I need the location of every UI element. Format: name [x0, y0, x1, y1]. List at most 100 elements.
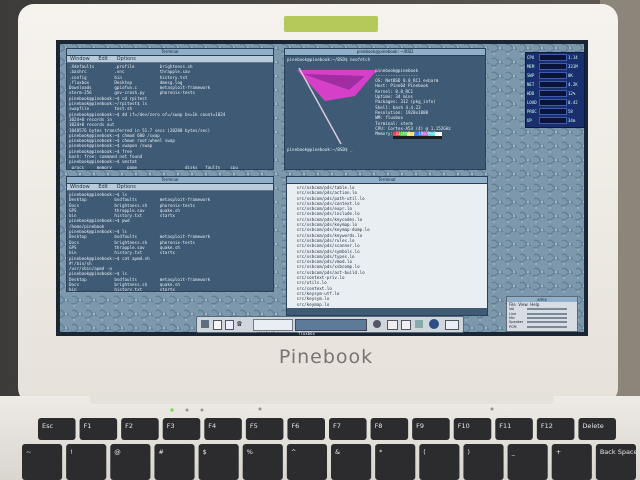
terminal-line: src/xsbcom/pds/keymap-dump.lo	[289, 227, 370, 233]
terminal-window-4[interactable]: Terminal src/xsbcom/pds/table.lo src/xsb…	[286, 176, 488, 316]
keyboard-key[interactable]: F8	[370, 418, 409, 440]
mixer-channel[interactable]: PCM	[509, 325, 575, 329]
keyboard-key[interactable]: ^	[286, 444, 327, 480]
terminal-line: Downloads gpiofun.c metasploit-framework	[69, 85, 211, 91]
terminal-1-output[interactable]: .Xdefaults .profile brightness.sh .bashr…	[67, 63, 273, 169]
mixer-slider[interactable]	[527, 316, 567, 319]
terminal-2-output[interactable]: pinebook@pinebook:~/BSD$ neofetch pinebo…	[285, 56, 453, 153]
terminal-line: pinebook@pinebook:~$ ls	[69, 192, 127, 197]
terminal-line: src/xsbcom/pds/keycodes.lo	[289, 216, 363, 222]
phone-icon[interactable]: ☎	[237, 319, 245, 328]
mixer-slider[interactable]	[527, 308, 567, 311]
terminal-line: Desktop bsdfaults metasploit-framework	[69, 234, 211, 240]
terminal-3-menubar: Window Edit Options	[67, 184, 273, 191]
keyboard-key[interactable]: F12	[536, 418, 575, 440]
terminal-line: src/xsbcom/pds/ast-build.lo	[289, 269, 365, 275]
terminal-line: .fluxbox Desktop dmesg.log	[69, 79, 183, 85]
mixer-slider[interactable]	[527, 321, 567, 324]
keyboard-key[interactable]: F9	[412, 418, 450, 440]
menu-options[interactable]: Options	[117, 184, 136, 190]
svg-text:): )	[467, 448, 470, 456]
keyboard-key[interactable]: Delete	[578, 418, 616, 440]
keyboard-key[interactable]: %	[242, 444, 283, 480]
sysmon-row: MEM 331M	[526, 62, 584, 71]
keyboard-key[interactable]: Esc	[38, 418, 76, 440]
terminal-2-titlebar[interactable]: pinebook@pinebook: ~/BSD	[285, 49, 485, 56]
keyboard-key[interactable]: F2	[121, 418, 159, 440]
terminal-line: src/xsbcom/pds/context.lo	[289, 200, 360, 206]
keyboard-key[interactable]: _	[507, 444, 548, 480]
keyboard-key[interactable]: )	[463, 444, 504, 480]
keyboard-key[interactable]: +	[551, 444, 592, 480]
terminal-line: src/xsbcom/pds/path-util.lo	[289, 195, 365, 201]
mixer-label: Vol	[509, 307, 515, 312]
mixer-window[interactable]: xmix File View Help Vol Line Mic Speaker PCM	[506, 296, 578, 332]
workspace-field-1[interactable]: pinebook	[253, 319, 293, 336]
clock-icon[interactable]	[373, 320, 381, 328]
terminal-4-titlebar[interactable]: Terminal	[287, 177, 487, 184]
menu-help[interactable]: Help	[530, 302, 539, 307]
keyboard-key[interactable]: F4	[204, 418, 242, 440]
menu-window[interactable]: Window	[70, 56, 90, 62]
mixer-label: PCM	[509, 324, 517, 329]
terminal-3-titlebar[interactable]: Terminal	[67, 177, 273, 184]
workspace-field-2[interactable]: fluxbox	[295, 319, 367, 336]
keyboard-key[interactable]: *	[375, 444, 416, 480]
keyboard-key[interactable]: Back Space	[595, 444, 638, 480]
terminal-4-output[interactable]: src/xsbcom/pds/table.lo src/xsbcom/pds/a…	[287, 184, 487, 308]
terminal-window-3[interactable]: Terminal Window Edit Options pinebook@pi…	[66, 176, 274, 292]
svg-text:F1: F1	[84, 422, 92, 430]
mail-icon[interactable]	[387, 320, 398, 330]
terminal-line: Desktop bsdfaults metasploit-framework	[69, 276, 211, 282]
terminal-line: src/context.lo	[289, 285, 332, 291]
editor-icon[interactable]	[225, 320, 234, 330]
terminal-line: pinebook@pinebook:~$ cat apmd.sh	[69, 255, 150, 261]
keyboard-key[interactable]: ~	[22, 444, 63, 480]
sysmon-row: HDD 12%	[526, 89, 584, 98]
keyboard-key[interactable]: F7	[329, 418, 367, 440]
sysmon-graph	[539, 81, 567, 88]
keyboard-key[interactable]: $	[198, 444, 239, 480]
terminal-1-titlebar[interactable]: Terminal	[67, 49, 273, 56]
keyboard-key[interactable]: #	[154, 444, 195, 480]
mixer-slider[interactable]	[527, 325, 567, 328]
keyboard-key[interactable]: F6	[287, 418, 325, 440]
keyboard-key[interactable]: !	[66, 444, 107, 480]
power-icon[interactable]	[429, 319, 439, 329]
sysmon-graph	[539, 54, 567, 61]
keyboard-key[interactable]: @	[110, 444, 151, 480]
menu-edit[interactable]: Edit	[98, 184, 108, 190]
terminal-line: /usr/sbin/apmd -a	[69, 266, 112, 272]
terminal-line: Host: Pine64 Pinebook	[287, 83, 429, 89]
sysmon-row: UP 34m	[526, 116, 584, 125]
terminal-2-body[interactable]: pinebook@pinebook:~/BSD$ neofetch pinebo…	[285, 56, 485, 168]
svg-text:Esc: Esc	[42, 422, 53, 430]
terminal-line: src/xsbcom/pds/keymap.lo	[289, 222, 358, 228]
terminal-launcher-icon[interactable]	[201, 320, 209, 328]
menu-edit[interactable]: Edit	[98, 56, 108, 62]
tray-icon[interactable]	[445, 320, 459, 330]
terminal-window-2[interactable]: pinebook@pinebook: ~/BSD pinebook@pinebo…	[284, 48, 486, 170]
sysmon-row: SWP 0K	[526, 71, 584, 80]
keyboard-key[interactable]: F5	[245, 418, 284, 440]
keyboard-key[interactable]: F11	[495, 418, 533, 440]
keyboard-key[interactable]: F1	[79, 418, 118, 440]
keyboard-key[interactable]: F10	[453, 418, 492, 440]
terminal-3-output[interactable]: pinebook@pinebook:~$ ls Desktop bsdfault…	[67, 191, 273, 291]
terminal-window-1[interactable]: Terminal Window Edit Options .Xdefaults …	[66, 48, 274, 170]
keyboard-key[interactable]: &	[331, 444, 372, 480]
terminal-line: WM: fluxbox	[287, 115, 403, 121]
keyboard-key[interactable]: F3	[162, 418, 201, 440]
menu-options[interactable]: Options	[117, 56, 136, 62]
menu-window[interactable]: Window	[70, 184, 90, 190]
notes-icon[interactable]	[401, 320, 411, 330]
terminal-line: src/keysym.lo	[289, 296, 330, 302]
keyboard-key[interactable]: (	[419, 444, 460, 480]
terminal-line: src/xsbcom/pds/xsbcomp.lo	[289, 264, 360, 270]
network-icon[interactable]	[415, 320, 423, 328]
mixer-slider[interactable]	[527, 312, 567, 315]
terminal-line: bin history.txt startx	[69, 213, 175, 219]
svg-text:~: ~	[26, 448, 31, 456]
terminal-line: pinebook@pinebook	[287, 67, 419, 73]
file-manager-icon[interactable]	[213, 320, 222, 330]
